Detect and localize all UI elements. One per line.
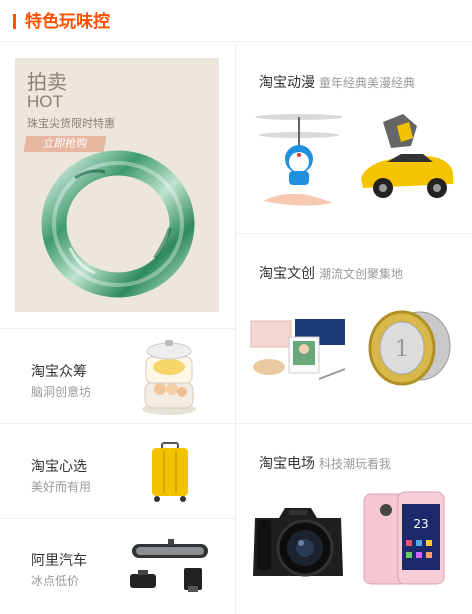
item-subtitle: 童年经典美漫经典 xyxy=(319,76,416,90)
header-accent-bar xyxy=(13,14,16,29)
suitcase-image xyxy=(152,442,188,502)
item-title: 阿里汽车 xyxy=(31,552,87,568)
item-title: 淘宝众筹 xyxy=(31,363,87,379)
commemorative-coins-image: 1 xyxy=(368,310,451,386)
car-accessories-image xyxy=(130,539,208,592)
camera-image xyxy=(253,508,343,577)
item-subtitle: 脑洞创意坊 xyxy=(31,385,92,399)
doraemon-helicopter-image xyxy=(255,114,343,206)
row-divider xyxy=(0,423,235,424)
item-subtitle: 潮流文创聚集地 xyxy=(319,267,404,281)
column-divider xyxy=(235,43,236,614)
phone-screen-clock: 23 xyxy=(413,517,428,531)
item-subtitle: 冰点低价 xyxy=(31,574,80,588)
jade-bangle-image xyxy=(41,150,195,298)
stationery-gift-set-image xyxy=(250,319,346,380)
row-divider xyxy=(236,233,472,234)
svg-text:1: 1 xyxy=(395,337,409,362)
item-title: 淘宝电场 xyxy=(259,455,315,471)
section-title: 特色玩味控 xyxy=(25,12,110,31)
auction-banner[interactable]: 拍卖 HOT 珠宝尖货限时特惠 立即抢购 xyxy=(15,58,219,312)
row-divider xyxy=(0,518,235,519)
section-header: 特色玩味控 xyxy=(0,0,472,42)
pink-phone-image: 23 xyxy=(363,491,445,585)
item-title-row: 淘宝电场 科技潮玩看我 xyxy=(259,453,391,473)
item-subtitle: 科技潮玩看我 xyxy=(319,457,392,471)
egg-cooker-image xyxy=(142,340,196,415)
item-title: 淘宝心选 xyxy=(31,458,87,474)
item-title: 淘宝动漫 xyxy=(259,74,315,90)
item-subtitle: 美好而有用 xyxy=(31,480,92,494)
item-title-row: 淘宝动漫 童年经典美漫经典 xyxy=(259,72,415,92)
item-title-row: 淘宝文创 潮流文创聚集地 xyxy=(259,263,403,283)
row-divider xyxy=(0,328,235,329)
item-title: 淘宝文创 xyxy=(259,265,315,281)
transformer-car-image xyxy=(361,114,453,198)
row-divider xyxy=(236,423,472,424)
